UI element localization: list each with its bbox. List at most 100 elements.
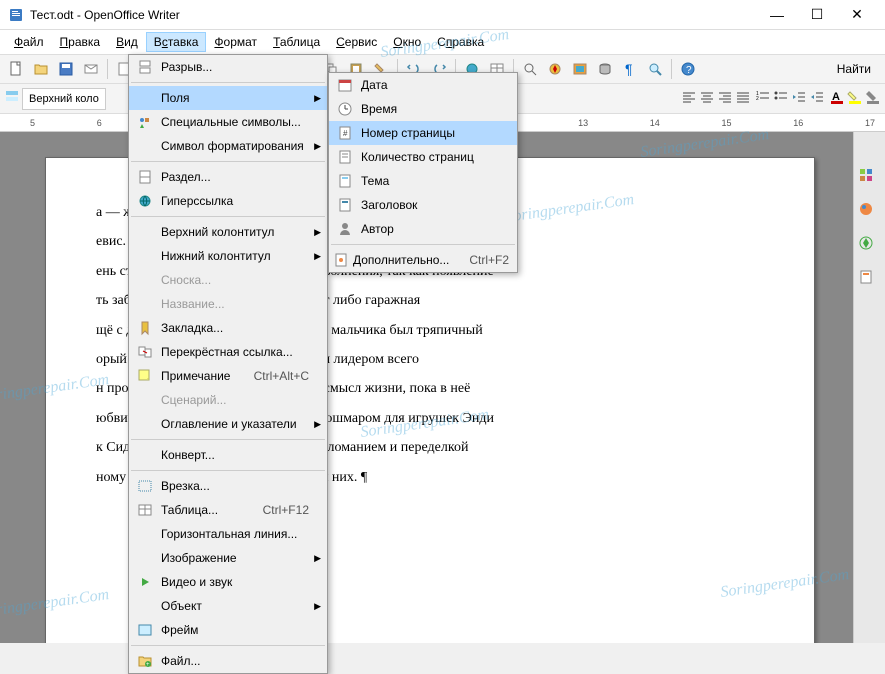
open-button[interactable] — [29, 57, 53, 81]
maximize-button[interactable]: ☐ — [797, 1, 837, 29]
numbered-list-button[interactable]: 12 — [755, 89, 771, 108]
menu-item-shortcut: Ctrl+Alt+C — [254, 369, 309, 383]
menu-item-заголовок[interactable]: Заголовок — [329, 193, 517, 217]
menu-item-файл-[interactable]: +Файл... — [129, 649, 327, 673]
find-button[interactable] — [518, 57, 542, 81]
menu-файл[interactable]: Файл — [6, 32, 52, 52]
styles-button[interactable] — [4, 89, 20, 108]
sidebar-navigator-icon[interactable] — [858, 235, 882, 259]
svg-text:+: + — [146, 662, 150, 668]
frame-icon — [133, 478, 157, 494]
svg-text:?: ? — [686, 65, 692, 76]
close-button[interactable]: ✕ — [837, 1, 877, 29]
menu-item-таблица-[interactable]: Таблица...Ctrl+F12 — [129, 498, 327, 522]
font-color-button[interactable]: A — [829, 89, 845, 108]
bg-color-button[interactable] — [865, 89, 881, 108]
menu-item-изображение[interactable]: Изображение▶ — [129, 546, 327, 570]
paragraph-style-combo[interactable]: Верхний коло — [22, 88, 106, 110]
menu-формат[interactable]: Формат — [206, 32, 265, 52]
menu-item-оглавление-и-указатели[interactable]: Оглавление и указатели▶ — [129, 412, 327, 436]
menu-справка[interactable]: Справка — [429, 32, 492, 52]
align-justify-button[interactable] — [735, 89, 751, 108]
menu-item-label: Сноска... — [157, 273, 309, 287]
sidebar-properties-icon[interactable] — [858, 167, 882, 191]
menu-item-перекр-стная-ссылка-[interactable]: Перекрёстная ссылка... — [129, 340, 327, 364]
help-button[interactable]: ? — [676, 57, 700, 81]
menu-item-тема[interactable]: Тема — [329, 169, 517, 193]
sidebar-styles-icon[interactable] — [858, 269, 882, 293]
outdent-button[interactable] — [791, 89, 807, 108]
minimize-button[interactable]: — — [757, 1, 797, 29]
menu-item-количество-страниц[interactable]: Количество страниц — [329, 145, 517, 169]
menu-item-видео-и-звук[interactable]: Видео и звук — [129, 570, 327, 594]
new-doc-button[interactable] — [4, 57, 28, 81]
menu-item-дополнительно-[interactable]: Дополнительно...Ctrl+F2 — [329, 248, 517, 272]
insert-menu: Разрыв...Поля▶Специальные символы...Симв… — [128, 54, 328, 674]
menu-item-label: Конверт... — [157, 448, 309, 462]
submenu-arrow-icon: ▶ — [314, 93, 321, 104]
menu-item-label: Видео и звук — [157, 575, 309, 589]
menu-item-горизонтальная-линия-[interactable]: Горизонтальная линия... — [129, 522, 327, 546]
align-center-button[interactable] — [699, 89, 715, 108]
right-sidebar — [853, 132, 885, 643]
menu-item-label: Символ форматирования — [157, 139, 309, 153]
menu-item-label: Горизонтальная линия... — [157, 527, 309, 541]
menu-таблица[interactable]: Таблица — [265, 32, 328, 52]
bullet-list-button[interactable] — [773, 89, 789, 108]
menu-item-label: Тема — [357, 174, 499, 188]
menu-item-врезка-[interactable]: Врезка... — [129, 474, 327, 498]
menu-item-объект[interactable]: Объект▶ — [129, 594, 327, 618]
menu-item-разрыв-[interactable]: Разрыв... — [129, 55, 327, 79]
menu-item-нижний-колонтитул[interactable]: Нижний колонтитул▶ — [129, 244, 327, 268]
table-icon — [133, 502, 157, 518]
menu-item-дата[interactable]: Дата — [329, 73, 517, 97]
iframe-icon — [133, 622, 157, 638]
more-icon — [333, 252, 349, 268]
menu-item-label: Название... — [157, 297, 309, 311]
menu-item-конверт-[interactable]: Конверт... — [129, 443, 327, 467]
menu-item-label: Врезка... — [157, 479, 309, 493]
menu-item-label: Количество страниц — [357, 150, 499, 164]
menu-item-примечание[interactable]: ПримечаниеCtrl+Alt+C — [129, 364, 327, 388]
menu-item-гиперссылка[interactable]: Гиперссылка — [129, 189, 327, 213]
menu-окно[interactable]: Окно — [385, 32, 429, 52]
zoom-button[interactable] — [643, 57, 667, 81]
crossref-icon — [133, 344, 157, 360]
menu-item-shortcut: Ctrl+F2 — [469, 253, 509, 267]
submenu-arrow-icon: ▶ — [314, 601, 321, 612]
menu-item-поля[interactable]: Поля▶ — [129, 86, 327, 110]
menu-item-символ-форматирования[interactable]: Символ форматирования▶ — [129, 134, 327, 158]
bookmark-icon — [133, 320, 157, 336]
menu-item-label: Нижний колонтитул — [157, 249, 309, 263]
menu-item-раздел-[interactable]: Раздел... — [129, 165, 327, 189]
menu-item-верхний-колонтитул[interactable]: Верхний колонтитул▶ — [129, 220, 327, 244]
menu-item-label: Дата — [357, 78, 499, 92]
menu-вид[interactable]: Вид — [108, 32, 146, 52]
navigator-button[interactable] — [543, 57, 567, 81]
time-icon — [333, 101, 357, 117]
menu-item-время[interactable]: Время — [329, 97, 517, 121]
menu-правка[interactable]: Правка — [52, 32, 109, 52]
datasource-button[interactable] — [593, 57, 617, 81]
menu-item-label: Разрыв... — [157, 60, 309, 74]
email-button[interactable] — [79, 57, 103, 81]
sidebar-gallery-icon[interactable] — [858, 201, 882, 225]
menu-item-фрейм[interactable]: Фрейм — [129, 618, 327, 642]
menu-item-номер-страницы[interactable]: #Номер страницы — [329, 121, 517, 145]
menubar: ФайлПравкаВидВставкаФорматТаблицаСервисО… — [0, 30, 885, 54]
gallery-button[interactable] — [568, 57, 592, 81]
menu-item-специальные-символы-[interactable]: Специальные символы... — [129, 110, 327, 134]
menu-item-закладка-[interactable]: Закладка... — [129, 316, 327, 340]
indent-button[interactable] — [809, 89, 825, 108]
find-label[interactable]: Найти — [827, 62, 881, 76]
menu-item-автор[interactable]: Автор — [329, 217, 517, 241]
nonprinting-button[interactable]: ¶ — [618, 57, 642, 81]
align-left-button[interactable] — [681, 89, 697, 108]
menu-item-сноска-: Сноска... — [129, 268, 327, 292]
menu-item-label: Гиперссылка — [157, 194, 309, 208]
align-right-button[interactable] — [717, 89, 733, 108]
menu-сервис[interactable]: Сервис — [328, 32, 385, 52]
highlight-button[interactable] — [847, 89, 863, 108]
save-button[interactable] — [54, 57, 78, 81]
menu-вставка[interactable]: Вставка — [146, 32, 207, 52]
